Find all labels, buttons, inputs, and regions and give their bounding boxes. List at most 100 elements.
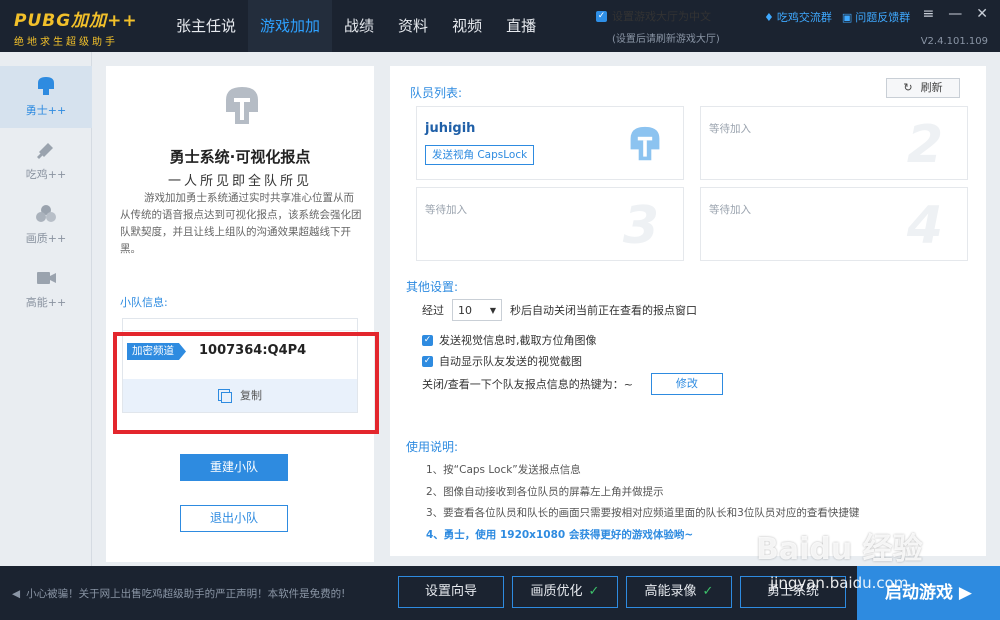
start-game-button[interactable]: 启动游戏 ▶ (857, 566, 1000, 620)
usage-item: 3、要查看各位队员和队长的画面只需要按相对应频道里面的队长和3位队员对应的查看快… (426, 507, 860, 519)
copy-label: 复制 (240, 389, 262, 402)
start-game-label: 启动游戏 (885, 583, 953, 603)
seconds-select[interactable]: 10 ▼ (452, 299, 502, 321)
main-nav: 张主任说 游戏加加 战绩 资料 视频 直播 (164, 0, 548, 52)
notice-text: 小心被骗！关于网上出售吃鸡超级助手的严正声明！本软件是免费的! (26, 588, 346, 600)
azimuth-checkbox[interactable]: ✓ (422, 334, 433, 346)
chinese-lobby-hint: (设置后请刷新游戏大厅) (612, 34, 720, 45)
warrior-system-label: 勇士系统 (766, 584, 819, 599)
language-setting: ✓ 设置游戏大厅为中文 (设置后请刷新游戏大厅) (596, 8, 720, 45)
nav-item-record[interactable]: 战绩 (332, 0, 386, 52)
highlight-record-button[interactable]: 高能录像 ✓ (626, 576, 732, 608)
refresh-label: 刷新 (920, 81, 943, 94)
chicken-icon (34, 138, 58, 162)
member-card-1: juhigih 发送视角 CapsLock (416, 106, 684, 180)
notice[interactable]: ◀ 小心被骗！关于网上出售吃鸡超级助手的严正声明！本软件是免费的! (12, 586, 345, 601)
nav-item-director[interactable]: 张主任说 (164, 0, 248, 52)
waiting-label: 等待加入 (709, 204, 751, 216)
waiting-label: 等待加入 (425, 204, 467, 216)
setup-wizard-button[interactable]: 设置向导 (398, 576, 504, 608)
nav-item-info[interactable]: 资料 (386, 0, 440, 52)
panel-subtitle: 一人所见即全队所见 (167, 174, 312, 189)
usage-item: 1、按“Caps Lock”发送报点信息 (426, 464, 581, 476)
chinese-lobby-label: 设置游戏大厅为中文 (612, 10, 711, 23)
refresh-button[interactable]: ↻ 刷新 (886, 78, 960, 98)
community-links: ♦ 吃鸡交流群 ▣ 问题反馈群 (764, 9, 910, 25)
chinese-lobby-checkbox[interactable]: ✓ (596, 10, 607, 22)
copy-button[interactable]: 复制 (123, 379, 357, 412)
sidebar-item-quality[interactable]: 画质++ (0, 194, 92, 256)
encrypted-channel-tag: 加密频道 (127, 343, 186, 360)
seconds-text: 秒后自动关闭当前正在查看的报点窗口 (510, 304, 697, 317)
sidebar: 勇士++ 吃鸡++ 画质++ 高能++ (0, 52, 92, 566)
chat-group-link[interactable]: ♦ 吃鸡交流群 (764, 9, 832, 25)
copy-icon (218, 389, 232, 403)
usage-item: 2、图像自动接收到各位队员的屏幕左上角并做提示 (426, 485, 664, 498)
warrior-system-button[interactable]: 勇士系统 (740, 576, 846, 608)
slot-number: 2 (906, 115, 943, 175)
usage-item-highlight: 4、勇士，使用 1920x1080 会获得更好的游戏体验哟~ (426, 528, 694, 541)
waiting-label: 等待加入 (709, 123, 751, 135)
member-card-3: 等待加入 3 (416, 187, 684, 261)
app-logo: PUBG加加++ 绝地求生超级助手 (14, 6, 138, 48)
warrior-system-panel: 勇士系统·可视化报点 一人所见即全队所见 游戏加加勇士系统通过实时共享准心位置从… (106, 66, 374, 562)
auto-show-label: 自动显示队友发送的视觉截图 (439, 355, 582, 368)
exit-team-button[interactable]: 退出小队 (180, 505, 288, 532)
member-card-2: 等待加入 2 (700, 106, 968, 180)
azimuth-label: 发送视觉信息时,截取方位角图像 (439, 334, 597, 347)
sidebar-item-chicken[interactable]: 吃鸡++ (0, 130, 92, 192)
menu-icon[interactable]: ≡ (923, 6, 935, 22)
quality-optimize-button[interactable]: 画质优化 ✓ (512, 576, 618, 608)
send-view-button[interactable]: 发送视角 CapsLock (425, 145, 535, 165)
sidebar-item-highlight[interactable]: 高能++ (0, 258, 92, 320)
feedback-group-label: 问题反馈群 (855, 11, 911, 24)
slot-number: 4 (906, 196, 943, 256)
camera-icon (34, 266, 58, 290)
modify-hotkey-button[interactable]: 修改 (650, 373, 723, 395)
rebuild-team-button[interactable]: 重建小队 (180, 454, 288, 481)
sidebar-item-warrior[interactable]: 勇士++ (0, 66, 92, 128)
hotkey-text: 关闭/查看一下个队友报点信息的热键为：~ (422, 378, 633, 391)
logo-subtitle: 绝地求生超级助手 (14, 37, 118, 48)
bell-icon: ♦ (764, 10, 774, 24)
window-controls: ≡ — ✕ (923, 6, 988, 22)
usage-list: 1、按“Caps Lock”发送报点信息 2、图像自动接收到各位队员的屏幕左上角… (426, 460, 859, 546)
panel-title: 勇士系统·可视化报点 (169, 148, 311, 166)
quality-optimize-label: 画质优化 (530, 584, 583, 599)
chat-group-label: 吃鸡交流群 (776, 11, 832, 24)
members-label: 队员列表: (410, 86, 463, 100)
slot-number: 3 (622, 196, 659, 256)
chevron-down-icon: ▼ (489, 305, 496, 315)
member-name: juhigih (425, 121, 476, 136)
team-info-box: 加密频道 1007364:Q4P4 复制 (122, 318, 358, 413)
sidebar-label-highlight: 高能++ (25, 296, 67, 309)
check-icon: ✓ (702, 584, 714, 599)
top-bar: PUBG加加++ 绝地求生超级助手 张主任说 游戏加加 战绩 资料 视频 直播 … (0, 0, 1000, 52)
nav-item-video[interactable]: 视频 (440, 0, 494, 52)
option-row-1: ✓ 发送视觉信息时,截取方位角图像 (422, 332, 597, 348)
speaker-icon: ◀ (12, 587, 21, 600)
member-card-4: 等待加入 4 (700, 187, 968, 261)
panel-description: 游戏加加勇士系统通过实时共享准心位置从而从传统的语音报点达到可视化报点，该系统会… (120, 192, 362, 255)
option-row-2: ✓ 自动显示队友发送的视觉截图 (422, 353, 582, 369)
other-settings-label: 其他设置: (406, 280, 459, 294)
close-icon[interactable]: ✕ (976, 6, 988, 22)
seconds-value: 10 (458, 303, 472, 317)
auto-show-checkbox[interactable]: ✓ (422, 355, 433, 367)
helmet-icon (34, 74, 58, 98)
feedback-group-link[interactable]: ▣ 问题反馈群 (842, 9, 910, 25)
refresh-icon: ↻ (903, 81, 913, 94)
highlight-record-label: 高能录像 (644, 584, 697, 599)
setup-wizard-label: 设置向导 (424, 584, 477, 599)
channel-code: 1007364:Q4P4 (199, 343, 307, 358)
feedback-icon: ▣ (841, 10, 853, 24)
minimize-icon[interactable]: — (948, 6, 962, 22)
play-icon: ▶ (958, 583, 972, 603)
sidebar-label-quality: 画质++ (25, 232, 67, 245)
nav-item-live[interactable]: 直播 (494, 0, 548, 52)
quality-icon (34, 202, 58, 226)
divider (123, 319, 357, 331)
hotkey-row: 关闭/查看一下个队友报点信息的热键为：~ 修改 (422, 373, 723, 395)
sidebar-label-chicken: 吃鸡++ (25, 168, 67, 181)
nav-item-game-plus[interactable]: 游戏加加 (248, 0, 333, 52)
